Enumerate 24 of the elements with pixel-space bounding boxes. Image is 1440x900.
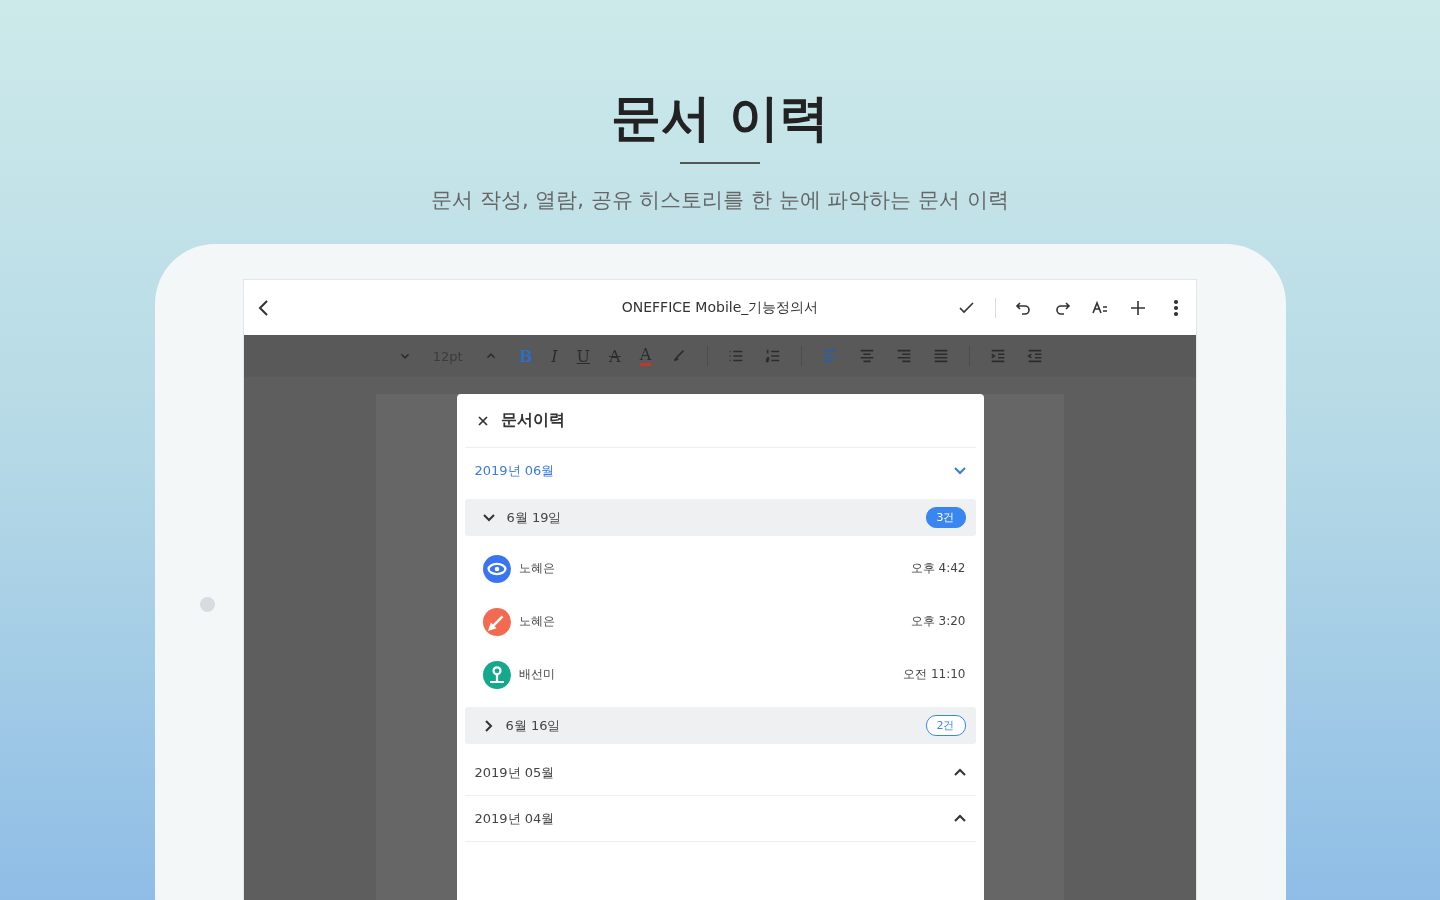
user-name: 노혜은	[518, 613, 555, 630]
day-row[interactable]: 6월 19일 3건	[464, 499, 976, 536]
count-badge: 2건	[925, 715, 966, 736]
month-row[interactable]: 2019년 05월	[464, 750, 976, 796]
day-row[interactable]: 6월 16일 2건	[464, 707, 976, 744]
chevron-right-icon	[484, 719, 492, 732]
count-badge: 3건	[925, 507, 966, 528]
user-name: 배선미	[518, 666, 555, 683]
headline: 문서 이력	[611, 88, 829, 149]
user-name: 노혜은	[518, 560, 555, 577]
chevron-up-icon	[953, 769, 966, 776]
chevron-down-icon	[482, 514, 495, 521]
chevron-up-icon	[953, 815, 966, 822]
entry-time: 오후 4:42	[910, 560, 966, 577]
chevron-down-icon	[953, 467, 966, 474]
entry-time: 오전 11:10	[903, 666, 966, 683]
subtitle: 문서 작성, 열람, 공유 히스토리를 한 눈에 파악하는 문서 이력	[431, 187, 1009, 214]
camera-dot	[199, 597, 215, 612]
month-row[interactable]: 2019년 06월	[464, 448, 976, 493]
bold-button[interactable]: B	[518, 346, 533, 366]
entry-time: 오후 3:20	[910, 613, 966, 630]
month-row[interactable]: 2019년 04월	[464, 796, 976, 842]
document-title: ONEFFICE Mobile_기능정의서	[621, 298, 819, 317]
panel-title: 문서이력	[500, 410, 565, 431]
